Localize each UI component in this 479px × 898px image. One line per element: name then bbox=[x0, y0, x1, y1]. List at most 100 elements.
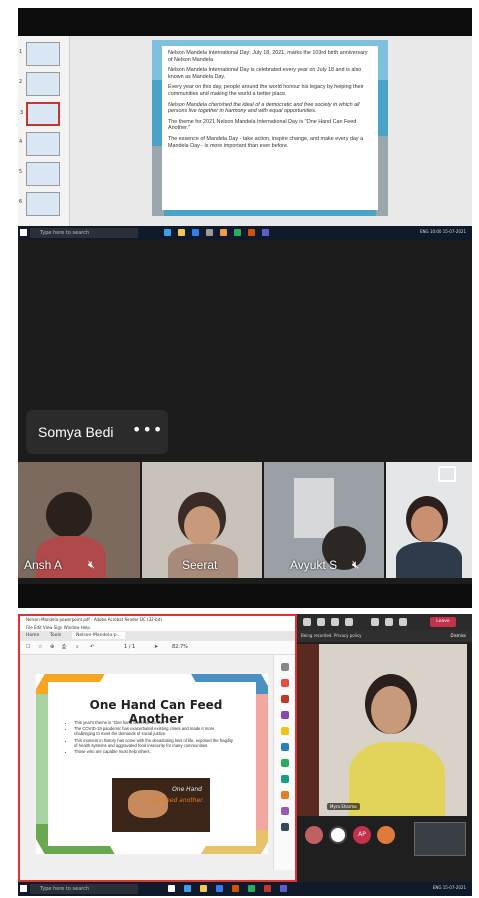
slide-thumbnail-pane[interactable]: 1 2 3 4 5 6 bbox=[18, 36, 70, 226]
participant-avatar[interactable]: AP bbox=[353, 826, 371, 844]
slide-thumbnail-selected[interactable]: 3 bbox=[20, 102, 60, 126]
participant-name: Ansh A bbox=[24, 558, 63, 572]
participant-tile[interactable]: Avyukt S 🔇︎ bbox=[264, 462, 384, 578]
windows-start-icon[interactable] bbox=[20, 885, 27, 892]
edge-icon[interactable] bbox=[184, 885, 191, 892]
slide-thumbnail[interactable]: 5 bbox=[19, 162, 60, 186]
teams-icon[interactable] bbox=[262, 229, 269, 236]
bookmark-icon[interactable]: ☆ bbox=[38, 644, 42, 650]
app-icon[interactable] bbox=[168, 885, 175, 892]
edge-icon[interactable] bbox=[164, 229, 171, 236]
acrobat-icon[interactable] bbox=[264, 885, 271, 892]
chrome-icon[interactable] bbox=[234, 229, 241, 236]
zoom-level[interactable]: 82.7% bbox=[172, 644, 188, 650]
edit-pdf-icon[interactable] bbox=[281, 711, 289, 719]
create-pdf-icon[interactable] bbox=[281, 695, 289, 703]
shared-presentation: 1 2 3 4 5 6 Nelson Mandela International… bbox=[18, 36, 472, 234]
mic-muted-icon: 🔇︎ bbox=[352, 558, 359, 571]
camera-icon[interactable] bbox=[371, 618, 379, 626]
participant-tile[interactable]: Ansh A 🔇︎ bbox=[18, 462, 140, 578]
print-icon[interactable]: ⎙ bbox=[62, 644, 66, 650]
teams-meeting-window: Leave Being recorded. Privacy policy Dis… bbox=[297, 614, 472, 882]
slide-thumbnail[interactable]: 6 bbox=[19, 192, 60, 216]
participant-avatar[interactable] bbox=[329, 826, 347, 844]
slide-paragraph: Nelson Mandela cherished the ideal of a … bbox=[168, 101, 360, 115]
self-view-video[interactable] bbox=[414, 822, 466, 856]
more-options-icon[interactable]: ••• bbox=[132, 420, 163, 439]
meeting-screenshot-top: 1 2 3 4 5 6 Nelson Mandela International… bbox=[18, 8, 472, 608]
spotlight-name-chip: Somya Bedi ••• bbox=[26, 410, 168, 454]
search-icon[interactable]: ⌕ bbox=[76, 644, 79, 650]
app-icon[interactable] bbox=[206, 229, 213, 236]
search-icon[interactable] bbox=[281, 663, 289, 671]
spotlight-name: Somya Bedi bbox=[38, 424, 114, 440]
video-name-label: Myra Sharma bbox=[327, 803, 360, 810]
store-icon[interactable] bbox=[216, 885, 223, 892]
menu-bar[interactable]: File Edit View Sign Window Help bbox=[20, 624, 295, 631]
chat-icon[interactable] bbox=[331, 618, 339, 626]
taskbar-search-input[interactable]: Type here to search bbox=[30, 884, 138, 894]
slide-thumbnail[interactable]: 2 bbox=[19, 72, 60, 96]
meeting-screenshot-bottom: Nelson-Mandela-powerpoint.pdf - Adobe Ac… bbox=[18, 614, 472, 896]
participant-tile[interactable]: Seerat bbox=[142, 462, 262, 578]
tray-date[interactable]: 15-07-2021 bbox=[443, 229, 466, 234]
leave-button[interactable]: Leave bbox=[430, 617, 456, 627]
slide-thumbnail[interactable]: 1 bbox=[19, 42, 60, 66]
participants-icon[interactable] bbox=[317, 618, 325, 626]
dismiss-button[interactable]: Dismiss bbox=[451, 630, 466, 642]
powerpoint-icon[interactable] bbox=[248, 229, 255, 236]
cursor-icon[interactable]: ➤ bbox=[154, 644, 158, 650]
window-title: Nelson-Mandela-powerpoint.pdf - Adobe Ac… bbox=[20, 616, 295, 624]
tab-document[interactable]: Nelson-Mandela-p... bbox=[72, 632, 125, 639]
participant-avatar[interactable] bbox=[305, 826, 323, 844]
tray-language[interactable]: ENG bbox=[433, 885, 442, 890]
slide-paragraph: Every year on this day, people around th… bbox=[168, 84, 364, 97]
save-icon[interactable]: ☐ bbox=[26, 644, 30, 650]
organize-icon[interactable] bbox=[281, 759, 289, 767]
tab-home[interactable]: Home bbox=[26, 633, 39, 638]
comment-icon[interactable] bbox=[281, 727, 289, 735]
participant-avatar[interactable] bbox=[377, 826, 395, 844]
recording-notice[interactable]: Being recorded. Privacy policy bbox=[301, 633, 362, 638]
file-explorer-icon[interactable] bbox=[178, 229, 185, 236]
side-video-strip bbox=[297, 644, 319, 816]
more-tools-icon[interactable] bbox=[281, 823, 289, 831]
tray-language[interactable]: ENG bbox=[420, 229, 429, 234]
slide-thumbnail[interactable]: 4 bbox=[19, 132, 60, 156]
combine-icon[interactable] bbox=[281, 743, 289, 751]
share-tray-icon[interactable] bbox=[399, 618, 407, 626]
system-tray: ENG 15-07-2021 bbox=[433, 885, 466, 890]
teams-icon[interactable] bbox=[280, 885, 287, 892]
pdf-page: One Hand Can Feed Another This year's th… bbox=[36, 674, 268, 854]
app-icon[interactable] bbox=[220, 229, 227, 236]
upload-icon[interactable]: ⊕ bbox=[50, 644, 54, 650]
protect-icon[interactable] bbox=[281, 791, 289, 799]
chrome-icon[interactable] bbox=[248, 885, 255, 892]
share-screen-icon[interactable] bbox=[438, 466, 456, 482]
fill-sign-icon[interactable] bbox=[281, 807, 289, 815]
windows-start-icon[interactable] bbox=[20, 229, 27, 236]
teams-control-bar: Leave bbox=[297, 614, 472, 630]
more-actions-icon[interactable] bbox=[345, 618, 353, 626]
participant-tile[interactable] bbox=[386, 462, 472, 578]
page-indicator[interactable]: 1 / 1 bbox=[124, 644, 135, 650]
export-pdf-icon[interactable] bbox=[281, 679, 289, 687]
tray-time[interactable]: 10:00 bbox=[430, 229, 442, 234]
mic-muted-icon: 🔇︎ bbox=[88, 558, 95, 571]
timer-icon bbox=[303, 618, 311, 626]
tray-date[interactable]: 15-07-2021 bbox=[443, 885, 466, 890]
undo-icon[interactable]: ↶ bbox=[90, 644, 94, 650]
scan-icon[interactable] bbox=[281, 775, 289, 783]
slide-paragraph: Nelson Mandela International Day: July 1… bbox=[168, 50, 368, 63]
store-icon[interactable] bbox=[192, 229, 199, 236]
microphone-icon[interactable] bbox=[385, 618, 393, 626]
slide-paragraph: The theme for 2021 Nelson Mandela Intern… bbox=[168, 118, 357, 132]
tab-tools[interactable]: Tools bbox=[50, 633, 61, 638]
top-black-bar bbox=[18, 8, 472, 36]
main-video[interactable]: Myra Sharma bbox=[319, 644, 467, 816]
powerpoint-icon[interactable] bbox=[232, 885, 239, 892]
file-explorer-icon[interactable] bbox=[200, 885, 207, 892]
pdf-bullet: The COVID-19 pandemic has exacerbated ex… bbox=[74, 726, 234, 736]
mandela-day-image: One Hand Can feed another. bbox=[112, 778, 210, 832]
taskbar-search-input[interactable]: Type here to search bbox=[30, 228, 138, 238]
